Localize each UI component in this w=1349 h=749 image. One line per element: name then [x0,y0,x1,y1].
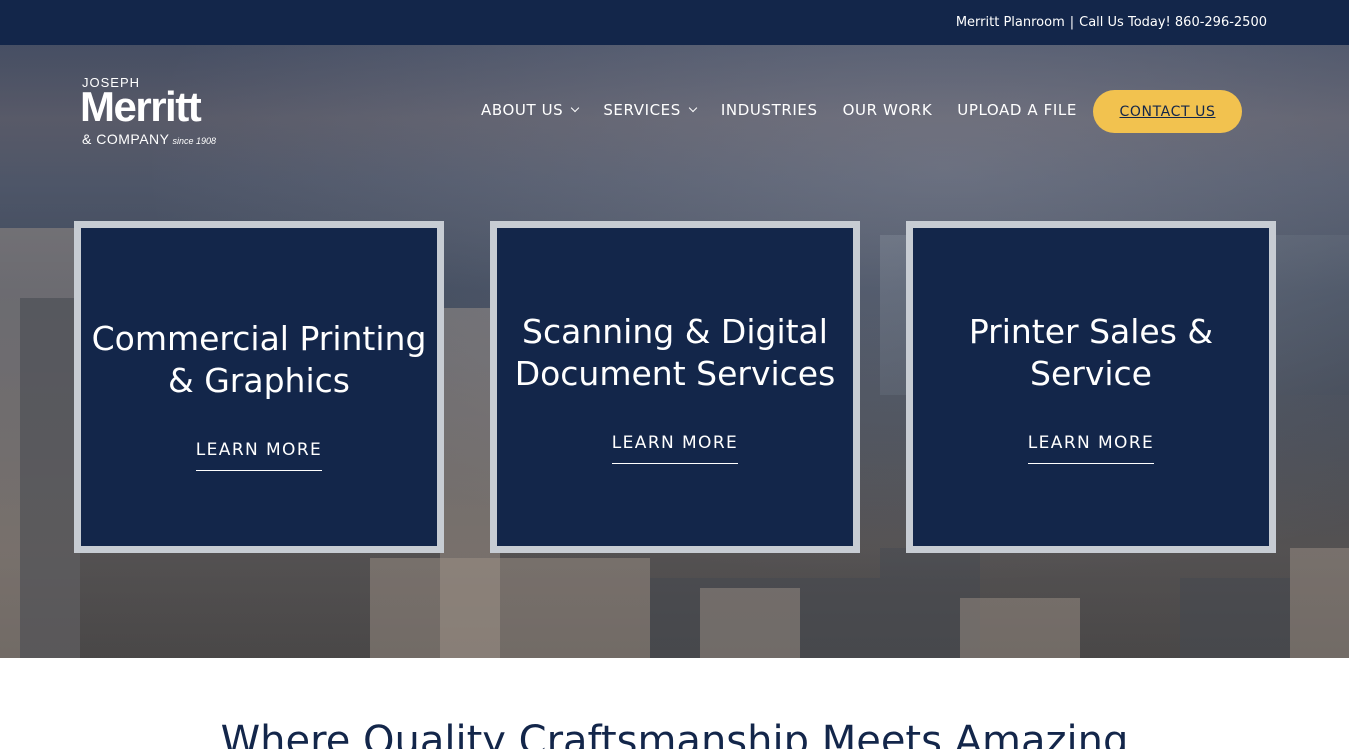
phone-link[interactable]: Call Us Today! 860-296-2500 [1079,15,1267,30]
nav-our-work-label: OUR WORK [842,101,933,119]
company-logo[interactable]: JOSEPH Merritt & COMPANY since 1908 [80,75,257,149]
contact-us-button[interactable]: CONTACT US [1093,90,1242,133]
learn-more-link[interactable]: LEARN MORE [195,440,323,471]
nav-upload-a-file[interactable]: UPLOAD A FILE [957,101,1077,119]
top-utility-bar: Merritt Planroom | Call Us Today! 860-29… [0,0,1349,45]
logo-since-text: since 1908 [172,136,217,146]
topbar-separator: | [1069,15,1075,30]
logo-line-company: & COMPANY since 1908 [82,131,216,147]
section-heading: Where Quality Craftsmanship Meets Amazin… [220,718,1129,749]
card-title: Scanning & Digital Document Services [514,311,836,393]
nav-industries-label: INDUSTRIES [720,101,818,119]
site-header: JOSEPH Merritt & COMPANY since 1908 ABOUT… [0,45,1349,180]
nav-upload-label: UPLOAD A FILE [957,101,1077,119]
card-title: Commercial Printing & Graphics [91,318,427,400]
nav-about-us-label: ABOUT US [481,101,564,119]
service-card-printer-sales: Printer Sales & Service LEARN MORE [906,221,1276,553]
learn-more-link[interactable]: LEARN MORE [611,433,739,464]
nav-industries[interactable]: INDUSTRIES [721,101,818,119]
nav-our-work[interactable]: OUR WORK [843,101,933,119]
planroom-link[interactable]: Merritt Planroom [956,15,1065,30]
nav-services-label: SERVICES [603,101,681,119]
service-card-scanning: Scanning & Digital Document Services LEA… [490,221,860,553]
card-title: Printer Sales & Service [968,311,1214,393]
nav-about-us[interactable]: ABOUT US [481,101,580,119]
nav-services[interactable]: SERVICES [603,101,698,119]
logo-company-text: & COMPANY [82,131,170,147]
logo-line-merritt: Merritt [80,83,202,130]
chevron-down-icon [571,103,580,113]
learn-more-link[interactable]: LEARN MORE [1027,433,1155,464]
chevron-down-icon [688,103,698,113]
service-card-commercial-printing: Commercial Printing & Graphics LEARN MOR… [74,221,444,553]
main-nav: ABOUT US SERVICES INDUSTRIES OUR WORK UP… [481,101,1102,119]
